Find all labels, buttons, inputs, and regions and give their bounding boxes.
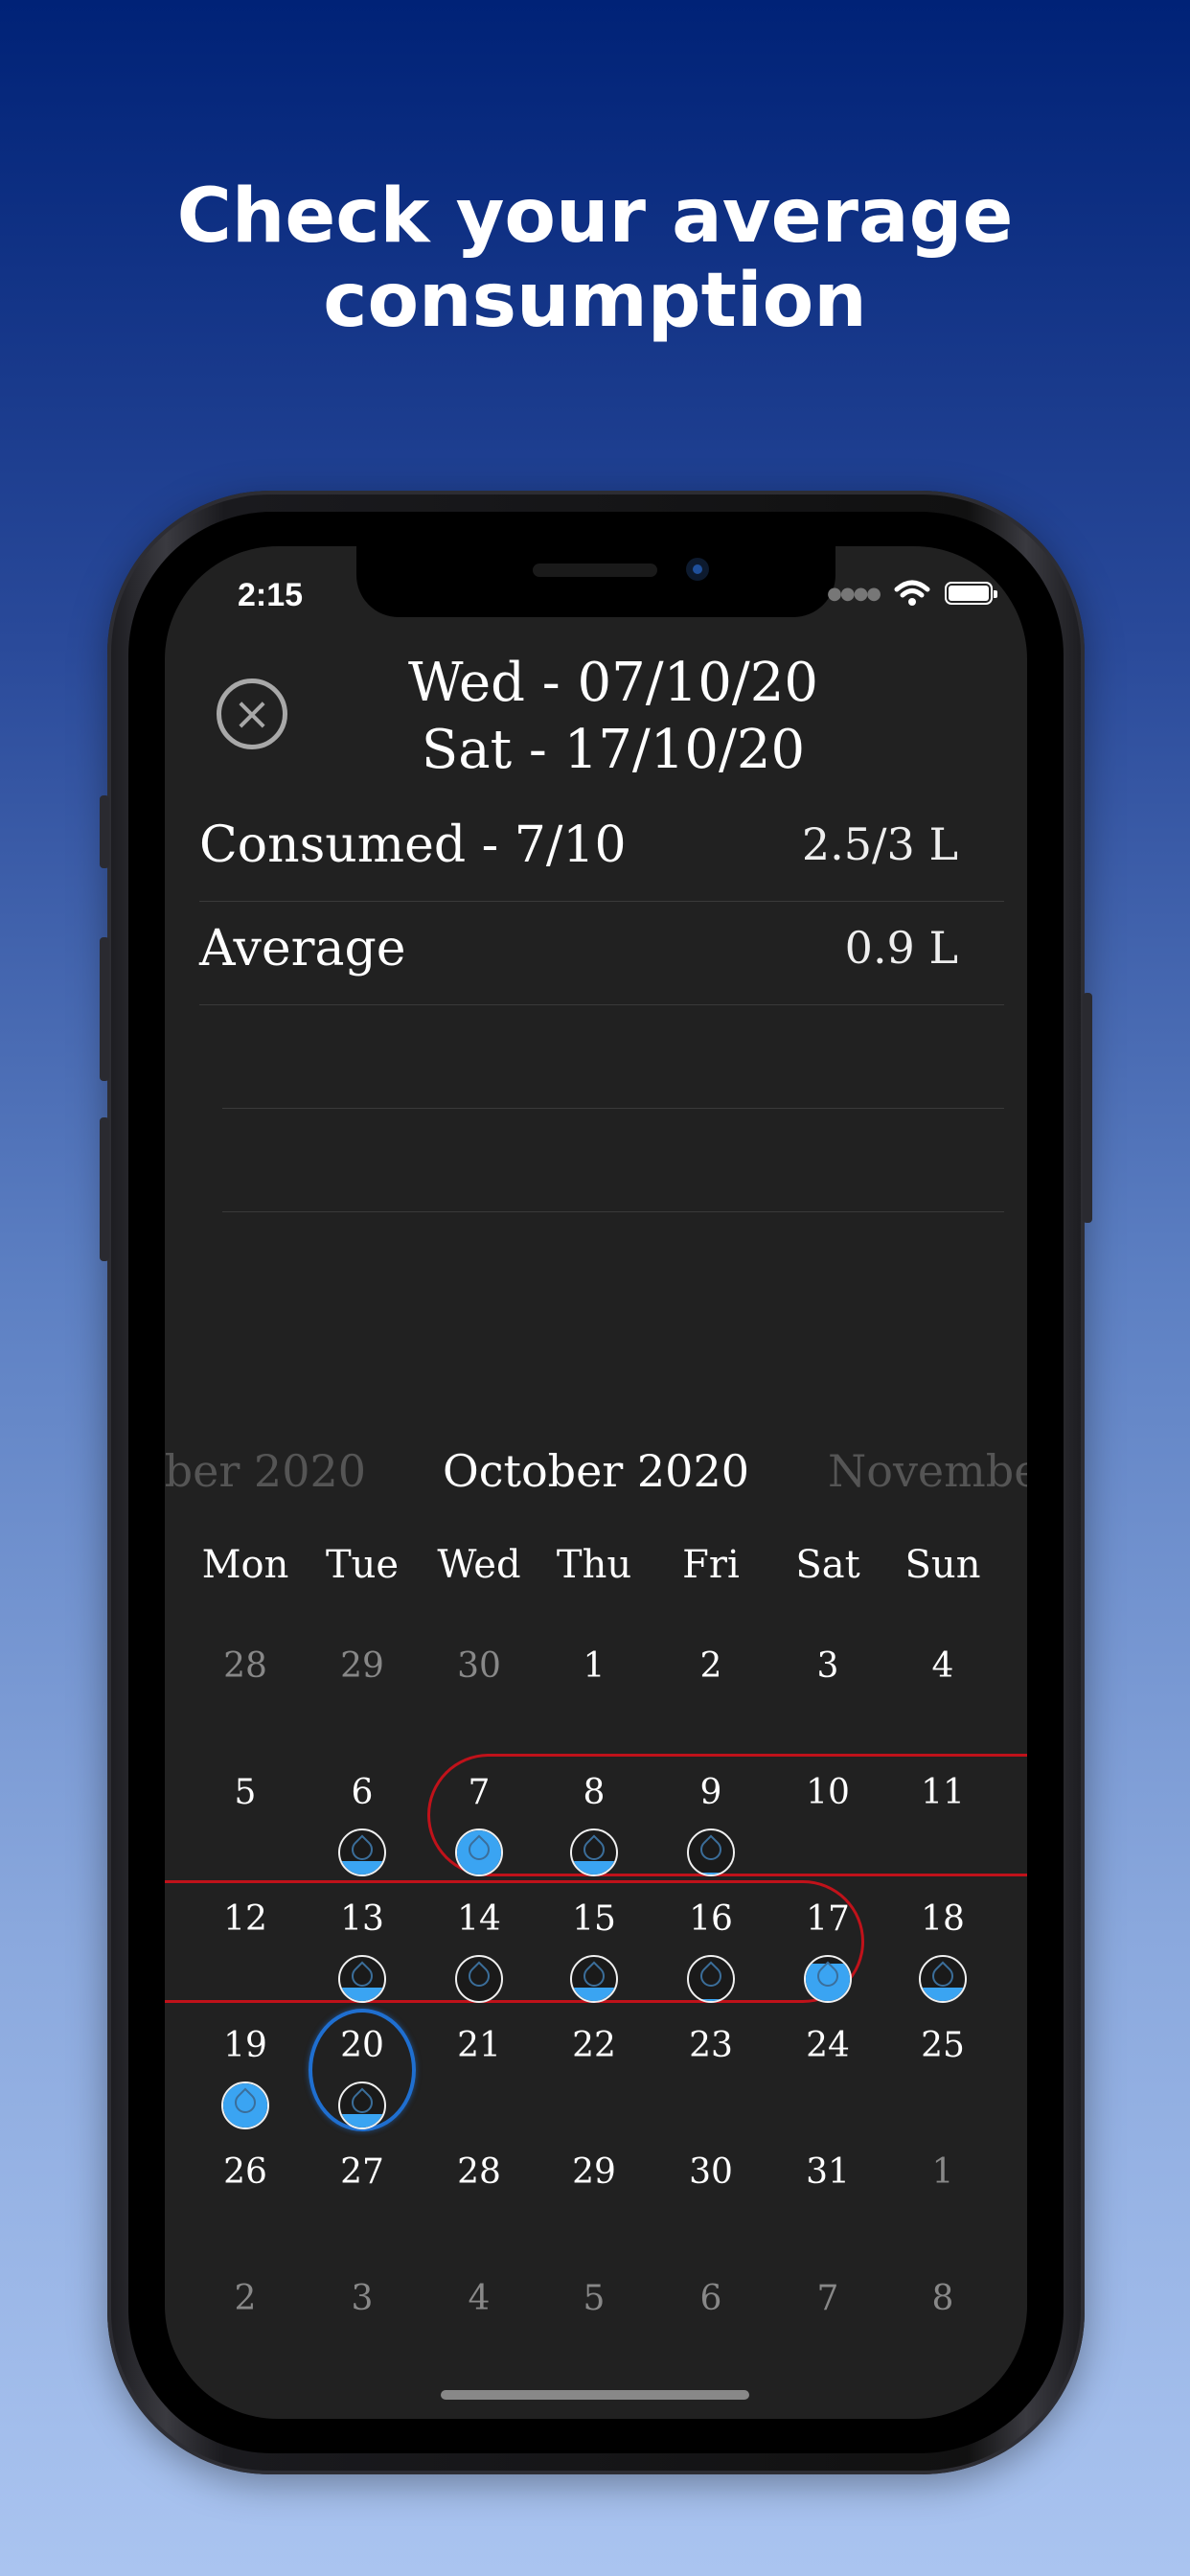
calendar-day[interactable]: 26 <box>187 2152 304 2192</box>
calendar-day[interactable]: 3 <box>304 2279 421 2318</box>
calendar-day[interactable]: 3 <box>769 1646 886 1686</box>
calendar-day[interactable]: 22 <box>536 2026 652 2065</box>
water-drop-icon <box>455 1955 503 2003</box>
calendar-day[interactable]: 18 <box>884 1899 1001 1939</box>
stat-row-consumed: Consumed - 7/10 2.5/3 L <box>199 797 1004 902</box>
water-drop-icon <box>570 1955 618 2003</box>
cellular-signal-icon: ●●●● <box>827 583 881 604</box>
status-icons: ●●●● <box>827 579 997 608</box>
calendar-day[interactable]: 4 <box>421 2279 538 2318</box>
calendar-day[interactable]: 6 <box>304 1773 421 1812</box>
weekday-header: Sun <box>904 1543 981 1587</box>
calendar-day[interactable]: 24 <box>769 2026 886 2065</box>
weekday-header: Sat <box>795 1543 860 1587</box>
power-button <box>1083 993 1092 1223</box>
next-month-label[interactable]: November 2020 <box>828 1445 1027 1497</box>
headline: Check your average consumption <box>0 174 1190 343</box>
stat-label: Average <box>199 920 406 978</box>
calendar-day[interactable]: 8 <box>884 2279 1001 2318</box>
range-end-date: Sat - 17/10/20 <box>421 719 806 781</box>
calendar-day[interactable]: 1 <box>536 1646 652 1686</box>
water-drop-icon <box>570 1828 618 1876</box>
weekday-header: Thu <box>556 1543 632 1587</box>
water-drop-icon <box>687 1828 735 1876</box>
calendar-day[interactable]: 15 <box>536 1899 652 1939</box>
calendar-day[interactable]: 21 <box>421 2026 538 2065</box>
stat-label: Consumed - 7/10 <box>199 816 627 874</box>
calendar-day[interactable]: 5 <box>187 1773 304 1812</box>
volume-up-button <box>100 937 109 1081</box>
calendar-day[interactable]: 1 <box>884 2152 1001 2192</box>
weekday-header: Fri <box>682 1543 740 1587</box>
calendar-day[interactable]: 29 <box>304 1646 421 1686</box>
calendar-day[interactable]: 28 <box>187 1646 304 1686</box>
headline-line-1: Check your average <box>176 173 1014 260</box>
calendar-day[interactable]: 10 <box>769 1773 886 1812</box>
calendar-day[interactable]: 2 <box>652 1646 769 1686</box>
water-drop-icon <box>338 1955 386 2003</box>
calendar-day[interactable]: 25 <box>884 2026 1001 2065</box>
calendar-day[interactable]: 31 <box>769 2152 886 2192</box>
app-screen: 2:15 ●●●● × Wed - 07/10/20 Sat - 17/10/2… <box>165 546 1027 2419</box>
water-drop-icon <box>455 1828 503 1876</box>
calendar-day[interactable]: 4 <box>884 1646 1001 1686</box>
water-drop-icon <box>919 1955 967 2003</box>
water-drop-icon <box>338 1828 386 1876</box>
calendar-day[interactable]: 17 <box>769 1899 886 1939</box>
calendar-day[interactable]: 9 <box>652 1773 769 1812</box>
mute-switch <box>100 795 109 868</box>
water-drop-icon <box>804 1955 852 2003</box>
empty-row <box>222 1108 1004 1212</box>
calendar-day[interactable]: 12 <box>187 1899 304 1939</box>
stat-value: 2.5/3 L <box>801 818 958 870</box>
water-drop-icon <box>687 1955 735 2003</box>
calendar-day[interactable]: 20 <box>304 2026 421 2065</box>
calendar-day[interactable]: 13 <box>304 1899 421 1939</box>
stat-row-average: Average 0.9 L <box>199 901 1004 1005</box>
volume-down-button <box>100 1117 109 1261</box>
battery-icon <box>945 582 997 605</box>
calendar-day[interactable]: 16 <box>652 1899 769 1939</box>
calendar-day[interactable]: 27 <box>304 2152 421 2192</box>
empty-row <box>222 1004 1004 1109</box>
calendar-day[interactable]: 30 <box>652 2152 769 2192</box>
home-indicator <box>441 2390 749 2400</box>
calendar-day[interactable]: 23 <box>652 2026 769 2065</box>
calendar-day[interactable]: 30 <box>421 1646 538 1686</box>
calendar-day[interactable]: 29 <box>536 2152 652 2192</box>
water-drop-icon <box>338 2082 386 2129</box>
calendar-day[interactable]: 2 <box>187 2279 304 2318</box>
range-start-date: Wed - 07/10/20 <box>407 652 818 714</box>
stat-value: 0.9 L <box>844 922 958 974</box>
speaker-grille <box>533 564 657 577</box>
wifi-icon <box>894 580 930 606</box>
calendar-day[interactable]: 7 <box>769 2279 886 2318</box>
water-drop-icon <box>221 2082 269 2129</box>
calendar-day[interactable]: 5 <box>536 2279 652 2318</box>
date-range-header: Wed - 07/10/20 Sat - 17/10/20 <box>165 650 1027 784</box>
calendar-day[interactable]: 14 <box>421 1899 538 1939</box>
calendar-day[interactable]: 11 <box>884 1773 1001 1812</box>
weekday-header: Mon <box>201 1543 289 1587</box>
calendar-day[interactable]: 28 <box>421 2152 538 2192</box>
status-time: 2:15 <box>238 577 304 613</box>
weekday-header: Wed <box>437 1543 521 1587</box>
weekday-header: Tue <box>325 1543 400 1587</box>
headline-line-2: consumption <box>323 258 867 344</box>
calendar-day[interactable]: 6 <box>652 2279 769 2318</box>
notch <box>356 546 835 617</box>
calendar-day[interactable]: 8 <box>536 1773 652 1812</box>
calendar-day[interactable]: 19 <box>187 2026 304 2065</box>
front-camera-icon <box>686 558 709 581</box>
calendar-day[interactable]: 7 <box>421 1773 538 1812</box>
